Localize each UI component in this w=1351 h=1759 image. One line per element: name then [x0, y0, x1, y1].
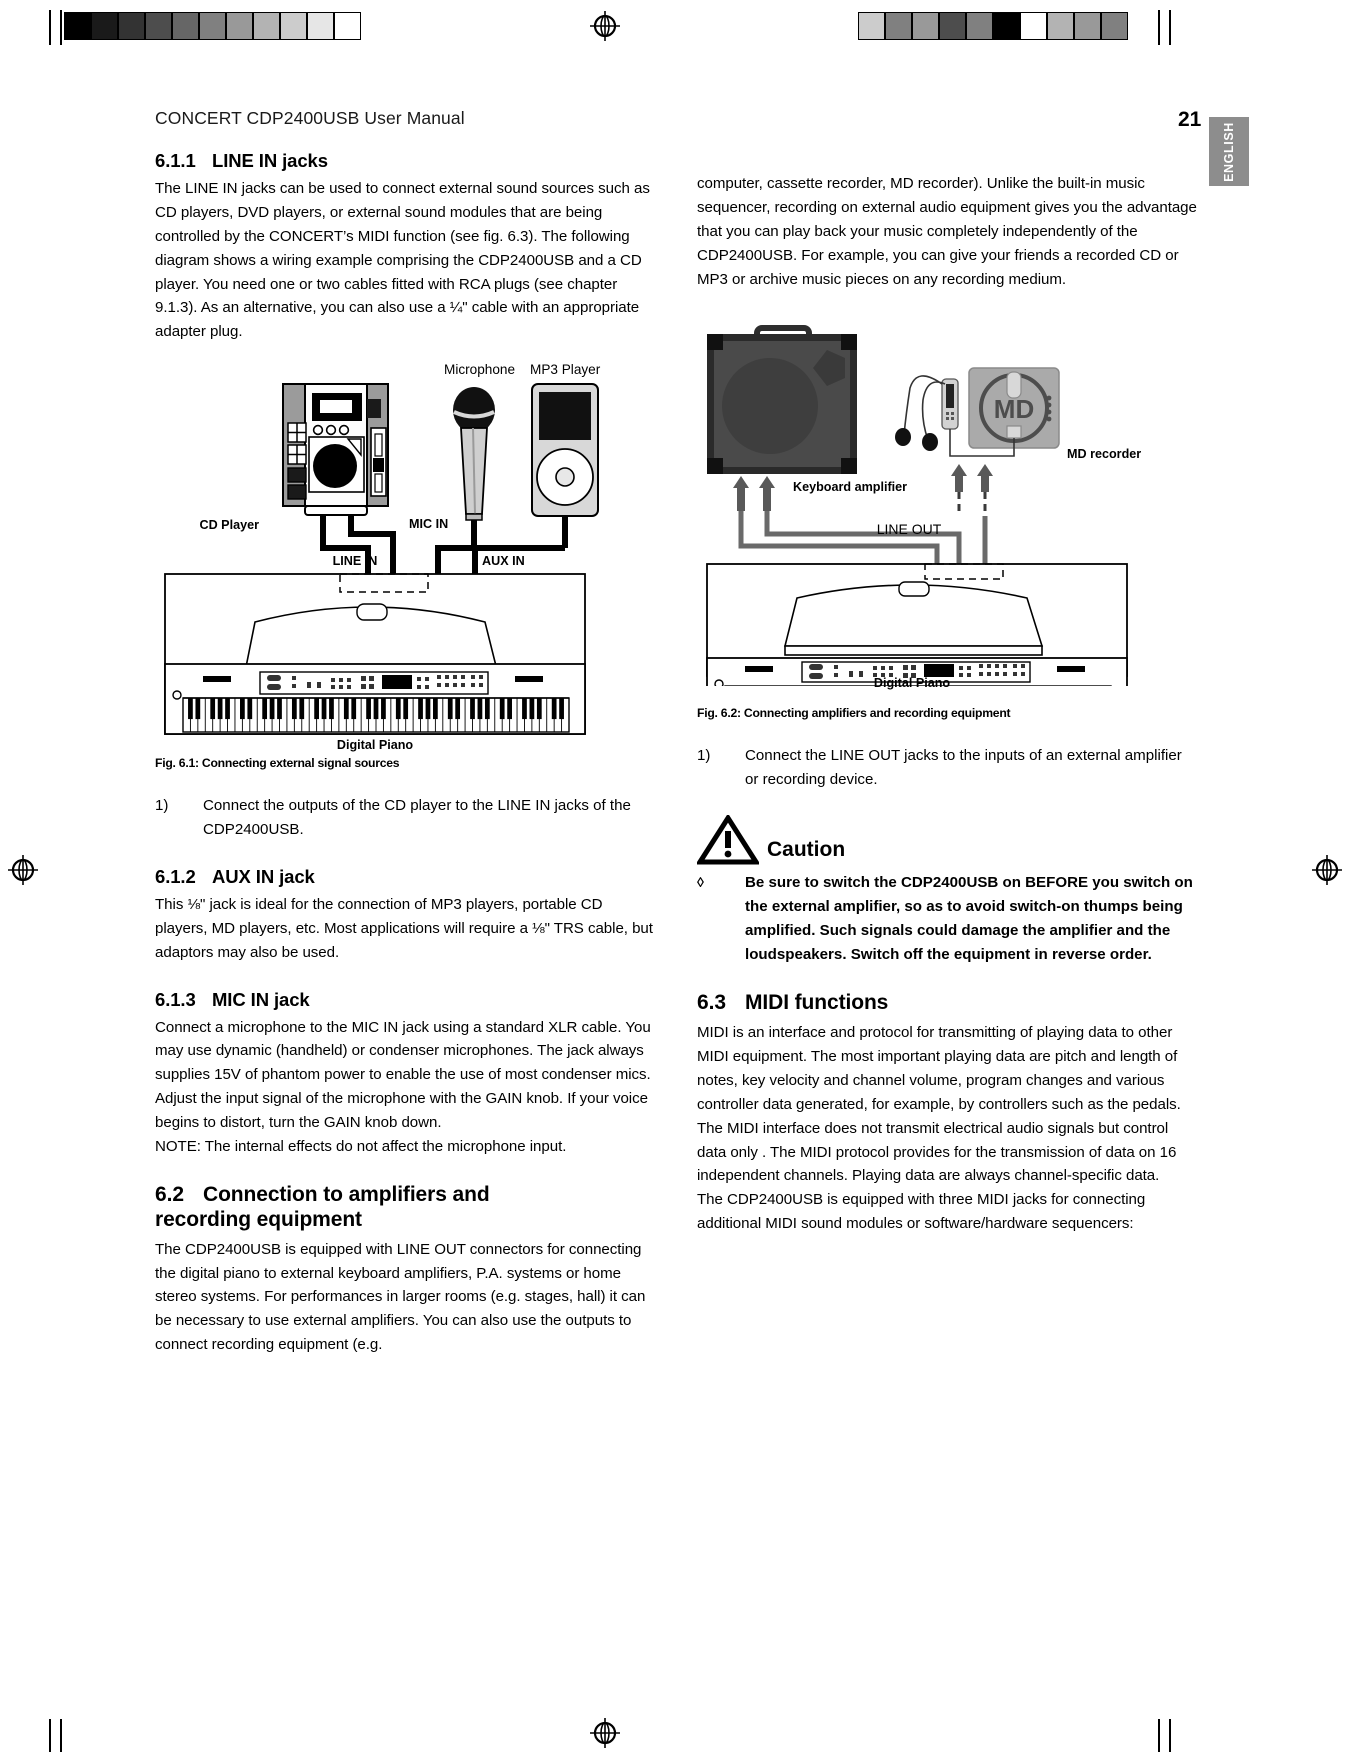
md-recorder-illustration: MD: [968, 366, 1060, 449]
step-text: Connect the outputs of the CD player to …: [203, 797, 631, 839]
heading-6-1-1-number: 6.1.1: [155, 150, 196, 171]
caution-bullet-text: Be sure to switch the CDP2400USB on BEFO…: [745, 874, 1193, 964]
step-list-6-1-1: 1) Connect the outputs of the CD player …: [155, 794, 655, 842]
manual-page: CONCERT CDP2400USB User Manual 21 ENGLIS…: [0, 0, 1351, 1759]
paragraph-6-1-2: This ⅛" jack is ideal for the connection…: [155, 895, 653, 961]
heading-6-1-2-title: AUX IN jack: [212, 866, 315, 888]
caution-bullet-marker: ◊: [697, 874, 704, 891]
figure-6-1: CD Player Microphone MP3 Player MIC IN L…: [155, 362, 655, 752]
heading-6-3-title: MIDI functions: [745, 991, 889, 1015]
label-mic-in: MIC IN: [409, 517, 448, 531]
step-marker: 1): [697, 746, 711, 764]
label-digital-piano-left: Digital Piano: [337, 738, 414, 752]
heading-6-3-number: 6.3: [697, 991, 726, 1015]
caution-title: Caution: [767, 838, 846, 862]
language-tab-label: ENGLISH: [1222, 121, 1236, 182]
caution-bullet: ◊ Be sure to switch the CDP2400USB on BE…: [697, 871, 1197, 967]
paragraph-6-2: The CDP2400USB is equipped with LINE OUT…: [155, 1240, 646, 1354]
paragraph-6-3-a: MIDI is an interface and protocol for tr…: [697, 1023, 1181, 1113]
label-aux-in: AUX IN: [482, 554, 525, 568]
paragraph-6-1-1: The LINE IN jacks can be used to connect…: [155, 179, 650, 341]
warning-triangle-icon: [695, 813, 761, 865]
label-mp3-player: MP3 Player: [530, 362, 601, 377]
figure-6-2-caption: Fig. 6.2: Connecting amplifiers and reco…: [697, 705, 1011, 720]
heading-6-1-3: 6.1.3 MIC IN jack: [155, 989, 655, 1011]
heading-6-1-3-title: MIC IN jack: [212, 988, 310, 1010]
digital-piano-illustration-right: [706, 562, 1128, 686]
heading-6-1-3-number: 6.1.3: [155, 988, 196, 1010]
heading-6-2-title-line2: recording equipment: [155, 1207, 362, 1231]
cd-player-illustration: [282, 383, 389, 517]
figure-6-1-caption: Fig. 6.1: Connecting external signal sou…: [155, 756, 400, 771]
label-line-out: LINE OUT: [877, 521, 942, 537]
heading-6-3: 6.3 MIDI functions: [697, 991, 1197, 1016]
paragraph-6-3-c: The CDP2400USB is equipped with three MI…: [697, 1191, 1146, 1233]
heading-6-1-1-title: LINE IN jacks: [212, 150, 328, 171]
heading-6-1-2: 6.1.2 AUX IN jack: [155, 866, 655, 888]
page-number: 21: [1178, 108, 1202, 131]
heading-6-2-title-line1: Connection to amplifiers and: [203, 1183, 490, 1207]
microphone-illustration: [453, 387, 495, 549]
paragraph-6-1-3-b: Adjust the input signal of the microphon…: [155, 1090, 648, 1132]
label-digital-piano-right: Digital Piano: [873, 675, 951, 690]
paragraph-6-1-3-a: Connect a microphone to the MIC IN jack …: [155, 1018, 651, 1084]
paragraph-6-1-3-c: NOTE: The internal effects do not affect…: [155, 1138, 567, 1156]
label-keyboard-amplifier: Keyboard amplifier: [793, 480, 907, 494]
step-text: Connect the LINE OUT jacks to the inputs…: [745, 746, 1182, 788]
paragraph-6-3-b: The MIDI interface does not transmit ele…: [697, 1119, 1177, 1185]
page-header-title: CONCERT CDP2400USB User Manual: [155, 108, 465, 128]
step-list-6-2: 1) Connect the LINE OUT jacks to the inp…: [697, 744, 1197, 792]
figure-6-2: Keyboard amplifier MD MD recorder LINE O…: [697, 306, 1197, 690]
mp3-player-illustration: [531, 383, 599, 549]
language-tab: ENGLISH: [1209, 117, 1249, 186]
caution-header: Caution: [695, 813, 1197, 865]
paragraph-continued: computer, cassette recorder, MD recorder…: [697, 175, 1197, 288]
step-marker: 1): [155, 797, 169, 815]
md-input-arrows: [951, 463, 993, 516]
label-md-recorder: MD recorder: [1067, 447, 1141, 461]
heading-6-2: 6.2 Connection to amplifiers and recordin…: [155, 1183, 655, 1233]
label-line-in: LINE IN: [333, 554, 378, 568]
heading-6-1-1: 6.1.1 LINE IN jacks: [155, 150, 655, 172]
heading-6-1-2-number: 6.1.2: [155, 866, 196, 888]
digital-piano-illustration-left: [164, 573, 586, 736]
label-microphone: Microphone: [444, 362, 515, 377]
right-column: computer, cassette recorder, MD recorder…: [695, 172, 1197, 1236]
label-cd-player: CD Player: [199, 518, 259, 532]
left-column: 6.1.1 LINE IN jacks The LINE IN jacks can…: [155, 150, 655, 1357]
heading-6-2-number: 6.2: [155, 1183, 184, 1207]
